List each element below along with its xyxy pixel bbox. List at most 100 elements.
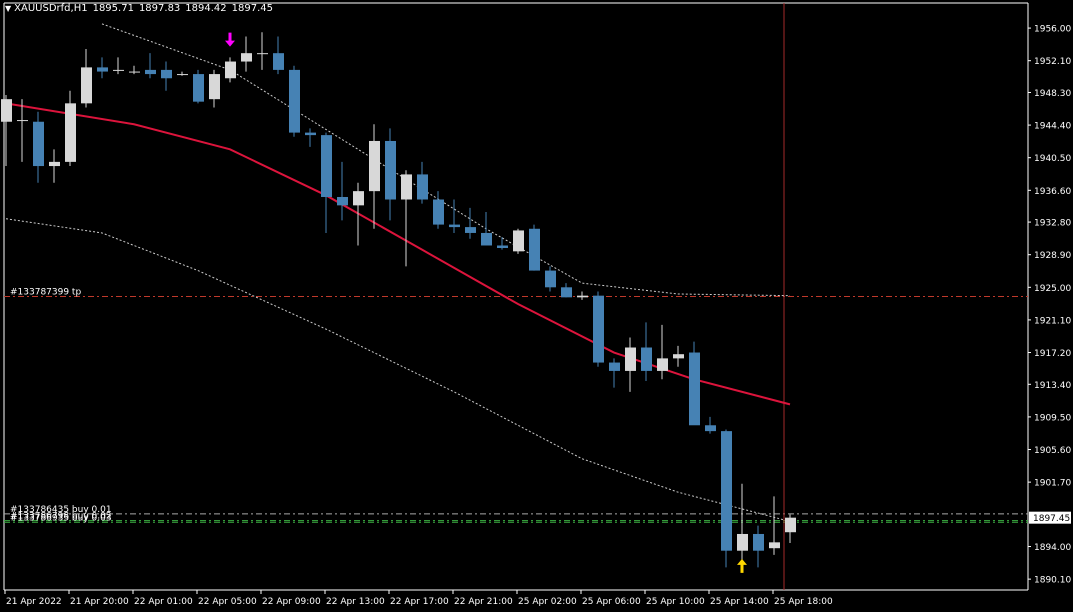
y-tick-label: 1928.90	[1034, 251, 1071, 261]
candle	[337, 161, 348, 221]
candle-body	[737, 533, 748, 551]
candle-body	[321, 135, 332, 197]
candle	[417, 161, 428, 204]
candle-body	[625, 347, 636, 371]
x-tick-label: 22 Apr 21:00	[454, 597, 513, 607]
candle-body	[305, 132, 316, 136]
y-tick-label: 1901.70	[1034, 479, 1071, 489]
x-tick-label: 21 Apr 20:00	[70, 597, 129, 607]
candle-body	[449, 224, 460, 228]
y-tick-label: 1921.10	[1034, 316, 1071, 326]
candle-body	[369, 140, 380, 192]
candle-body	[417, 174, 428, 200]
candle	[769, 496, 780, 555]
candle	[129, 65, 140, 75]
candle	[449, 199, 460, 233]
candle-body	[289, 69, 300, 133]
y-tick-label: 1948.30	[1034, 89, 1071, 99]
candle-body	[145, 69, 156, 75]
candle-body	[609, 362, 620, 371]
candle	[481, 212, 492, 246]
candle-body	[209, 74, 220, 100]
candle-body	[513, 230, 524, 252]
candle-body	[1, 99, 12, 122]
candle-body	[465, 227, 476, 233]
candle-body	[225, 61, 236, 79]
candle-body	[497, 245, 508, 249]
candle-body	[657, 358, 668, 371]
candle	[577, 291, 588, 300]
candle-body	[33, 121, 44, 167]
x-tick-label: 22 Apr 09:00	[262, 597, 321, 607]
candle-body	[353, 191, 364, 206]
y-tick-label: 1925.00	[1034, 284, 1071, 294]
candle	[273, 36, 284, 75]
candle-body	[705, 425, 716, 432]
candle-body	[593, 295, 604, 363]
candle	[65, 90, 76, 167]
candle	[705, 416, 716, 434]
candle	[161, 61, 172, 91]
candle	[209, 69, 220, 108]
candle	[33, 111, 44, 183]
candle-body	[49, 161, 60, 167]
candle-body	[785, 517, 796, 533]
candle	[145, 53, 156, 79]
candle	[689, 341, 700, 426]
y-tick-label: 1917.20	[1034, 349, 1071, 359]
y-tick-label: 1940.50	[1034, 154, 1071, 164]
candle-body	[17, 120, 28, 122]
candle	[1, 94, 12, 167]
x-tick-label: 22 Apr 17:00	[390, 597, 449, 607]
candle-body	[257, 53, 268, 55]
candle	[465, 207, 476, 239]
candle-body	[81, 67, 92, 104]
candle	[561, 283, 572, 298]
candle-body	[241, 53, 252, 62]
candle	[97, 57, 108, 79]
candle	[81, 48, 92, 108]
candle-body	[401, 174, 412, 200]
price-chart[interactable]: #133787399 tp#133786435 buy 0.01#1337867…	[0, 0, 1073, 612]
candle	[353, 182, 364, 246]
candle	[497, 237, 508, 250]
sell-arrow-icon	[225, 32, 235, 47]
x-tick-label: 21 Apr 2022	[6, 597, 62, 607]
y-tick-label: 1944.40	[1034, 122, 1071, 132]
y-tick-label: 1913.40	[1034, 381, 1071, 391]
candle-body	[97, 67, 108, 72]
x-tick-label: 22 Apr 05:00	[198, 597, 257, 607]
order-line-label: #133787399 tp	[10, 288, 81, 298]
order-line-label: #133786935 buy 0.03	[10, 513, 112, 523]
candle-body	[561, 287, 572, 298]
candle	[625, 337, 636, 392]
candle	[241, 36, 252, 72]
candle-body	[385, 140, 396, 200]
candle-body	[481, 232, 492, 246]
x-tick-label: 22 Apr 13:00	[326, 597, 385, 607]
candle-body	[641, 347, 652, 371]
candle	[593, 291, 604, 367]
candle	[49, 149, 60, 183]
candle	[17, 99, 28, 162]
moving-average-line	[5, 102, 791, 406]
x-tick-label: 22 Apr 01:00	[134, 597, 193, 607]
y-tick-label: 1932.80	[1034, 219, 1071, 229]
candle-body	[337, 196, 348, 206]
y-tick-label: 1952.10	[1034, 57, 1071, 67]
candle-body	[273, 53, 284, 70]
candle-body	[769, 542, 780, 549]
candle-body	[753, 533, 764, 551]
candle	[193, 69, 204, 104]
candle	[385, 128, 396, 221]
x-tick-label: 25 Apr 02:00	[518, 597, 577, 607]
candle	[545, 266, 556, 292]
envelope-upper-line	[101, 23, 791, 297]
current-price-label: 1897.45	[1033, 514, 1070, 524]
candle	[177, 71, 188, 76]
candle	[289, 65, 300, 137]
candle	[785, 514, 796, 544]
y-tick-label: 1894.00	[1034, 543, 1071, 553]
buy-arrow-icon	[737, 558, 747, 573]
x-tick-label: 25 Apr 06:00	[582, 597, 641, 607]
